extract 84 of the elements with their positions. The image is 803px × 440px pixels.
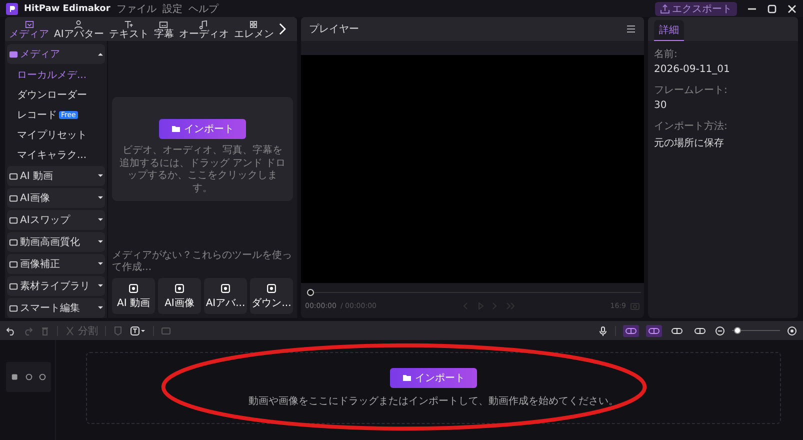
link-icon <box>671 326 683 334</box>
upload-icon <box>660 4 670 14</box>
undo-icon[interactable] <box>6 326 16 336</box>
person-icon <box>73 18 84 30</box>
caret-icon <box>98 240 103 244</box>
progress-thumb[interactable] <box>307 289 314 296</box>
caret-icon <box>98 284 103 288</box>
sidebar-item[interactable]: ダウンローダー <box>17 88 87 102</box>
tool-button[interactable]: ダウン... <box>250 278 293 314</box>
marker-icon[interactable] <box>113 326 123 336</box>
category-tab[interactable]: テキスト <box>106 18 151 40</box>
sidebar-group[interactable]: 動画高画質化 <box>7 232 105 252</box>
link-icon <box>648 326 660 334</box>
zoom-out-icon[interactable] <box>715 326 725 336</box>
sidebar-group[interactable]: AIスワップ <box>7 210 105 230</box>
import-drop-zone[interactable]: インポート ビデオ、オーディオ、写真、字幕を追加するには、ドラッグ アンド ドロップするか、ここをクリックします。 <box>112 97 293 201</box>
caret-icon <box>98 196 103 200</box>
tool-button[interactable]: AI画像 <box>158 278 201 314</box>
link-icon <box>625 326 637 334</box>
sidebar-group[interactable]: AI画像 <box>7 188 105 208</box>
category-tab[interactable]: エレメン <box>232 18 276 40</box>
text-icon[interactable] <box>130 326 146 336</box>
grid-icon <box>248 18 260 30</box>
tool-button[interactable]: AIアバ... <box>204 278 247 314</box>
progress-slider[interactable] <box>307 289 641 296</box>
text-icon <box>123 18 134 30</box>
caret-icon <box>98 52 103 56</box>
sidebar-item[interactable]: ローカルメデ... <box>17 68 87 82</box>
field-label: フレームレート: <box>654 84 728 97</box>
sidebar-group[interactable]: 素材ライブラリ <box>7 276 105 296</box>
app-logo-icon <box>6 2 18 14</box>
zoom-thumb[interactable] <box>734 327 742 334</box>
menu-item[interactable]: ファイル <box>116 2 156 16</box>
link-icon <box>694 326 706 334</box>
field-value: 2026-09-11_01 <box>654 64 731 75</box>
tool-icon <box>220 282 231 294</box>
sidebar-group[interactable]: AI 動画 <box>7 166 105 186</box>
menu-icon[interactable] <box>626 24 636 34</box>
field-value: 元の場所に保存 <box>654 136 725 150</box>
import-button[interactable]: インポート <box>390 368 477 388</box>
maximize-icon[interactable] <box>767 4 777 14</box>
sidebar-item[interactable]: マイキャラク... <box>17 148 87 162</box>
media-icon <box>24 18 34 30</box>
tool-button[interactable]: AI 動画 <box>112 278 155 314</box>
tool-icon <box>128 282 139 294</box>
sidebar-group[interactable]: メディア <box>7 44 105 64</box>
import-button[interactable]: インポート <box>159 119 246 139</box>
tool-icon <box>174 282 185 294</box>
caret-icon <box>98 174 103 178</box>
menu-item[interactable]: 設定 <box>162 2 182 16</box>
track-controls-icon[interactable] <box>10 373 46 381</box>
export-button[interactable]: エクスポート <box>655 2 737 16</box>
import-hint: ビデオ、オーディオ、写真、字幕を追加するには、ドラッグ アンド ドロップするか、ここをクリックします。 <box>118 145 286 195</box>
sidebar-item[interactable]: レコード <box>17 108 57 122</box>
player-title: プレイヤー <box>309 22 359 36</box>
field-label: 名前: <box>654 48 678 61</box>
details-tab[interactable]: 詳細 <box>654 20 684 41</box>
sidebar-group[interactable]: スマート編集 <box>7 298 105 318</box>
timeline-drop-zone[interactable]: インポート 動画や画像をここにドラッグまたはインポートして、動画作成を始めてください。 <box>86 352 781 424</box>
caret-icon <box>98 218 103 222</box>
tools-hint: メディアがない？これらのツールを使って作成... <box>112 250 293 274</box>
snap-toggle[interactable] <box>646 324 662 336</box>
category-tab[interactable]: 字幕 <box>152 18 176 40</box>
subtitle-icon <box>158 18 170 30</box>
zoom-in-icon[interactable] <box>787 326 797 336</box>
caret-icon <box>98 262 103 266</box>
sidebar-item[interactable]: マイプリセット <box>17 128 87 142</box>
caret-icon <box>98 306 103 310</box>
category-tab[interactable]: オーディオ <box>176 18 231 40</box>
close-icon[interactable] <box>787 4 797 14</box>
app-title: HitPaw Edimakor <box>24 4 110 14</box>
zoom-slider[interactable] <box>732 327 780 334</box>
field-value: 30 <box>654 100 668 111</box>
microphone-icon[interactable] <box>598 326 608 336</box>
chevron-right-icon[interactable] <box>278 23 286 35</box>
tool-icon <box>266 282 277 294</box>
category-tab[interactable]: AIアバター <box>52 18 106 40</box>
music-note-icon <box>198 18 210 30</box>
category-tab[interactable]: メディア <box>7 18 51 40</box>
field-label: インポート方法: <box>654 120 728 133</box>
snap-toggle[interactable] <box>623 324 639 336</box>
sidebar-group[interactable]: 画像補正 <box>7 254 105 274</box>
timeline-hint: 動画や画像をここにドラッグまたはインポートして、動画作成を始めてください。 <box>248 394 618 408</box>
menu-item[interactable]: ヘルプ <box>188 2 218 16</box>
